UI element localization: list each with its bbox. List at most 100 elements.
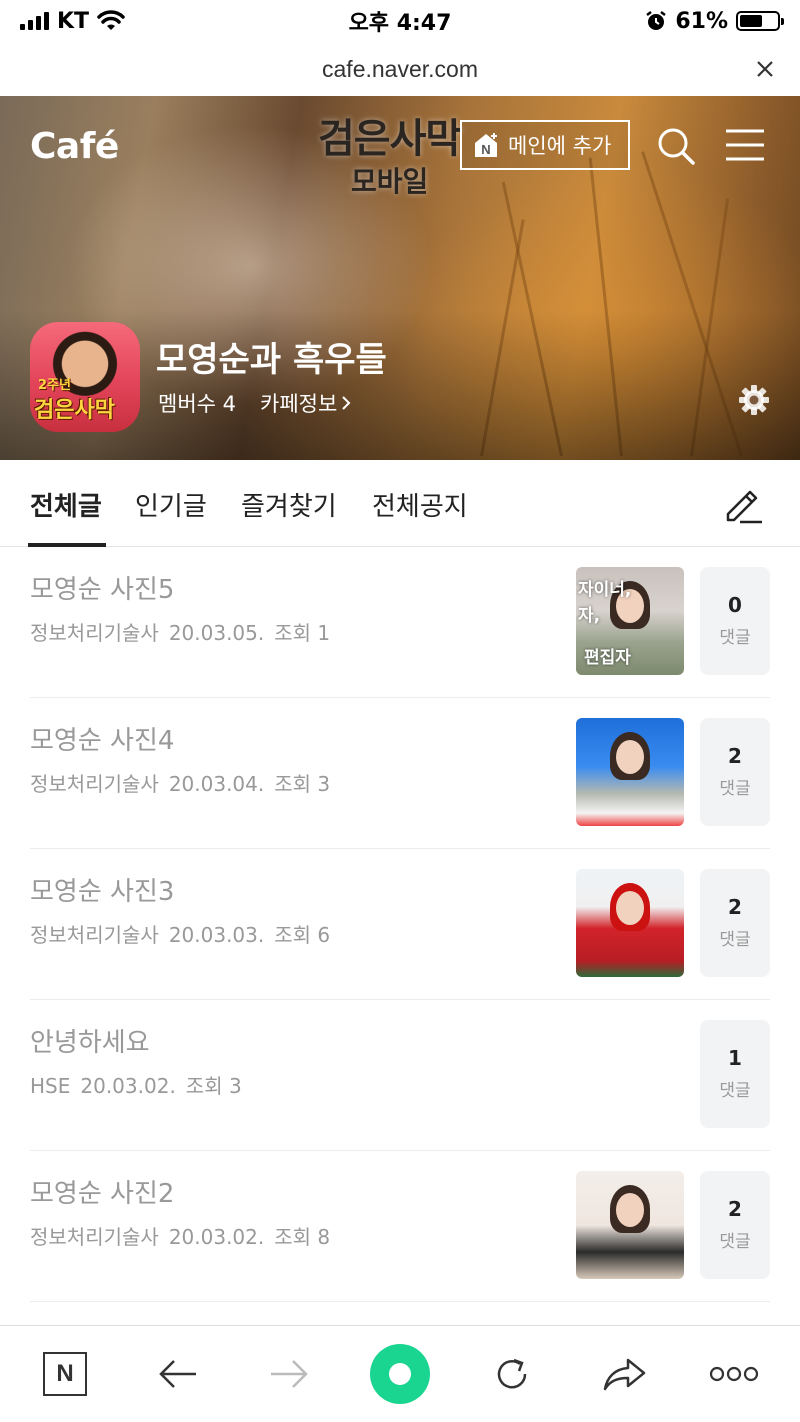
browser-toolbar: N bbox=[0, 1325, 800, 1422]
tab-all-posts[interactable]: 전체글 bbox=[30, 486, 102, 523]
post-meta: 정보처리기술사 20.03.04. 조회 3 bbox=[30, 768, 340, 797]
back-button[interactable] bbox=[152, 1348, 204, 1400]
status-right: 61% bbox=[645, 8, 784, 34]
post-title[interactable]: 안녕하세요 bbox=[30, 1022, 150, 1059]
post-title[interactable]: 모영순 사진3 bbox=[30, 871, 174, 908]
add-to-main-label: 메인에 추가 bbox=[508, 134, 612, 158]
post-thumbnail[interactable]: 자이너, 자, 편집자 bbox=[576, 567, 684, 675]
status-left: KT bbox=[20, 9, 125, 34]
battery-percent: 61% bbox=[675, 8, 728, 34]
share-button[interactable] bbox=[598, 1348, 650, 1400]
refresh-button[interactable] bbox=[486, 1348, 538, 1400]
post-date: 20.03.02. bbox=[168, 1225, 265, 1249]
tab-popular[interactable]: 인기글 bbox=[135, 486, 207, 523]
comment-count-box[interactable]: 2 댓글 bbox=[700, 718, 770, 826]
thumb-text-top: 자이너, bbox=[578, 580, 632, 600]
tab-all-notices[interactable]: 전체공지 bbox=[372, 486, 468, 523]
post-date: 20.03.04. bbox=[168, 772, 265, 796]
post-item[interactable]: 모영순 사진2 정보처리기술사 20.03.02. 조회 8 2 댓글 bbox=[30, 1151, 770, 1302]
member-count[interactable]: 멤버수 4 bbox=[158, 388, 236, 418]
post-views: 조회 6 bbox=[274, 923, 331, 947]
game-logo: 검은사막 모바일 bbox=[318, 106, 462, 200]
home-dot-icon bbox=[389, 1363, 411, 1385]
game-logo-line1: 검은사막 bbox=[318, 115, 462, 162]
forward-button[interactable] bbox=[263, 1348, 315, 1400]
post-title[interactable]: 모영순 사진4 bbox=[30, 720, 174, 757]
comment-count: 2 bbox=[728, 895, 742, 919]
comment-label: 댓글 bbox=[719, 1081, 751, 1101]
cafe-avatar[interactable]: 2주년 검은사막 bbox=[30, 322, 140, 432]
post-views: 조회 3 bbox=[274, 772, 331, 796]
post-thumbnail[interactable] bbox=[576, 718, 684, 826]
post-author: 정보처리기술사 bbox=[30, 923, 159, 947]
write-pencil-icon[interactable] bbox=[720, 482, 764, 526]
share-icon bbox=[603, 1358, 646, 1391]
post-author: 정보처리기술사 bbox=[30, 772, 159, 796]
menu-icon[interactable] bbox=[724, 128, 766, 162]
naver-letter: N bbox=[56, 1360, 74, 1387]
post-title[interactable]: 모영순 사진2 bbox=[30, 1173, 174, 1210]
status-bar: KT 오후 4:47 61% bbox=[0, 0, 800, 42]
post-views: 조회 1 bbox=[274, 621, 331, 645]
post-date: 20.03.03. bbox=[168, 923, 265, 947]
tab-favorites[interactable]: 즐겨찾기 bbox=[241, 486, 337, 523]
post-item[interactable]: 모영순 사진5 정보처리기술사 20.03.05. 조회 1 자이너, 자, 편집자… bbox=[30, 547, 770, 698]
comment-count: 0 bbox=[728, 593, 742, 617]
comment-count: 2 bbox=[728, 744, 742, 768]
post-thumbnail[interactable] bbox=[576, 869, 684, 977]
post-meta: 정보처리기술사 20.03.03. 조회 6 bbox=[30, 919, 340, 948]
cafe-info-link[interactable]: 카페정보 bbox=[260, 388, 351, 418]
naver-house-icon: N bbox=[475, 133, 497, 157]
comment-count-box[interactable]: 2 댓글 bbox=[700, 1171, 770, 1279]
signal-icon bbox=[20, 12, 49, 30]
post-author: 정보처리기술사 bbox=[30, 1225, 159, 1249]
board-tabs: 전체글 인기글 즐겨찾기 전체공지 bbox=[0, 460, 800, 547]
add-to-main-button[interactable]: N 메인에 추가 bbox=[460, 120, 630, 170]
thumb-text-mid: 자, bbox=[578, 606, 601, 626]
search-icon[interactable] bbox=[656, 126, 696, 166]
gear-icon[interactable] bbox=[738, 384, 770, 416]
post-meta: 정보처리기술사 20.03.02. 조회 8 bbox=[30, 1221, 340, 1250]
home-button[interactable] bbox=[370, 1344, 430, 1404]
url-bar[interactable]: cafe.naver.com bbox=[0, 42, 800, 96]
battery-fill bbox=[740, 15, 762, 27]
post-item[interactable]: 모영순 사진4 정보처리기술사 20.03.04. 조회 3 2 댓글 bbox=[30, 698, 770, 849]
comment-label: 댓글 bbox=[719, 628, 751, 648]
comment-count-box[interactable]: 1 댓글 bbox=[700, 1020, 770, 1128]
game-logo-line2: 모바일 bbox=[350, 165, 429, 198]
naver-home-button[interactable]: N bbox=[39, 1348, 91, 1400]
forward-arrow-icon bbox=[271, 1360, 308, 1388]
wifi-icon bbox=[97, 10, 125, 30]
comment-count: 2 bbox=[728, 1197, 742, 1221]
back-arrow-icon bbox=[159, 1360, 196, 1388]
url-text: cafe.naver.com bbox=[322, 55, 478, 82]
post-title[interactable]: 모영순 사진5 bbox=[30, 569, 174, 606]
naver-home-icon: N bbox=[43, 1352, 87, 1396]
post-meta: 정보처리기술사 20.03.05. 조회 1 bbox=[30, 617, 340, 646]
close-icon[interactable] bbox=[752, 56, 778, 82]
cafe-logo[interactable]: Café bbox=[30, 126, 119, 167]
cafe-name: 모영순과 흑우들 bbox=[156, 340, 387, 380]
cafe-info-label: 카페정보 bbox=[260, 392, 338, 416]
comment-count: 1 bbox=[728, 1046, 742, 1070]
more-button[interactable] bbox=[708, 1348, 760, 1400]
refresh-icon bbox=[497, 1358, 527, 1389]
post-meta: HSE 20.03.02. 조회 3 bbox=[30, 1070, 252, 1099]
post-author: HSE bbox=[30, 1074, 71, 1098]
post-views: 조회 3 bbox=[185, 1074, 242, 1098]
avatar-badge-text: 검은사막 bbox=[34, 397, 115, 423]
post-author: 정보처리기술사 bbox=[30, 621, 159, 645]
comment-label: 댓글 bbox=[719, 779, 751, 799]
post-item[interactable]: 모영순 사진3 정보처리기술사 20.03.03. 조회 6 2 댓글 bbox=[30, 849, 770, 1000]
svg-text:N: N bbox=[481, 142, 490, 157]
post-item[interactable]: 안녕하세요 HSE 20.03.02. 조회 3 1 댓글 bbox=[30, 1000, 770, 1151]
post-thumbnail[interactable] bbox=[576, 1171, 684, 1279]
cafe-hero-banner: Café 검은사막 모바일 N 메인에 추가 2주년 검은사막 모영순과 흑우들… bbox=[0, 96, 800, 460]
comment-label: 댓글 bbox=[719, 1232, 751, 1252]
comment-label: 댓글 bbox=[719, 930, 751, 950]
alarm-icon bbox=[646, 11, 667, 30]
comment-count-box[interactable]: 0 댓글 bbox=[700, 567, 770, 675]
battery-icon bbox=[736, 11, 784, 31]
post-date: 20.03.05. bbox=[168, 621, 265, 645]
comment-count-box[interactable]: 2 댓글 bbox=[700, 869, 770, 977]
